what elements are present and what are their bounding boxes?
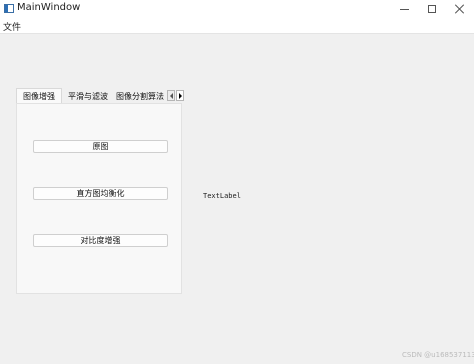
menu-file[interactable]: 文件 [3, 20, 21, 33]
maximize-button[interactable] [418, 0, 446, 18]
tab-widget: 图像增强 平滑与滤波 图像分割算法 原图 直方图均衡化 对比度增强 [16, 88, 184, 294]
tab-scroll-right-button[interactable] [176, 90, 184, 101]
app-window-icon [4, 4, 14, 13]
tab-smoothing-filtering[interactable]: 平滑与滤波 [64, 90, 112, 104]
maximize-icon [428, 5, 436, 13]
triangle-left-icon [169, 92, 173, 99]
text-label: TextLabel [203, 192, 241, 200]
tab-pane: 原图 直方图均衡化 对比度增强 [16, 103, 182, 294]
title-bar: MainWindow [0, 0, 474, 18]
close-button[interactable] [446, 0, 474, 18]
tab-image-enhancement[interactable]: 图像增强 [16, 88, 62, 104]
window-title: MainWindow [17, 2, 81, 13]
histogram-equalization-button[interactable]: 直方图均衡化 [33, 187, 168, 200]
original-image-button[interactable]: 原图 [33, 140, 168, 153]
tab-scroll-left-button[interactable] [167, 90, 175, 101]
contrast-enhancement-button[interactable]: 对比度增强 [33, 234, 168, 247]
close-icon [455, 4, 465, 14]
menu-bar: 文件 [0, 18, 474, 34]
minimize-button[interactable] [390, 0, 418, 18]
tab-bar: 图像增强 平滑与滤波 图像分割算法 [16, 88, 184, 104]
tab-image-segmentation[interactable]: 图像分割算法 [114, 90, 166, 104]
watermark: CSDN @u168537113 [402, 351, 474, 359]
minimize-icon [399, 8, 409, 10]
triangle-right-icon [178, 92, 182, 99]
